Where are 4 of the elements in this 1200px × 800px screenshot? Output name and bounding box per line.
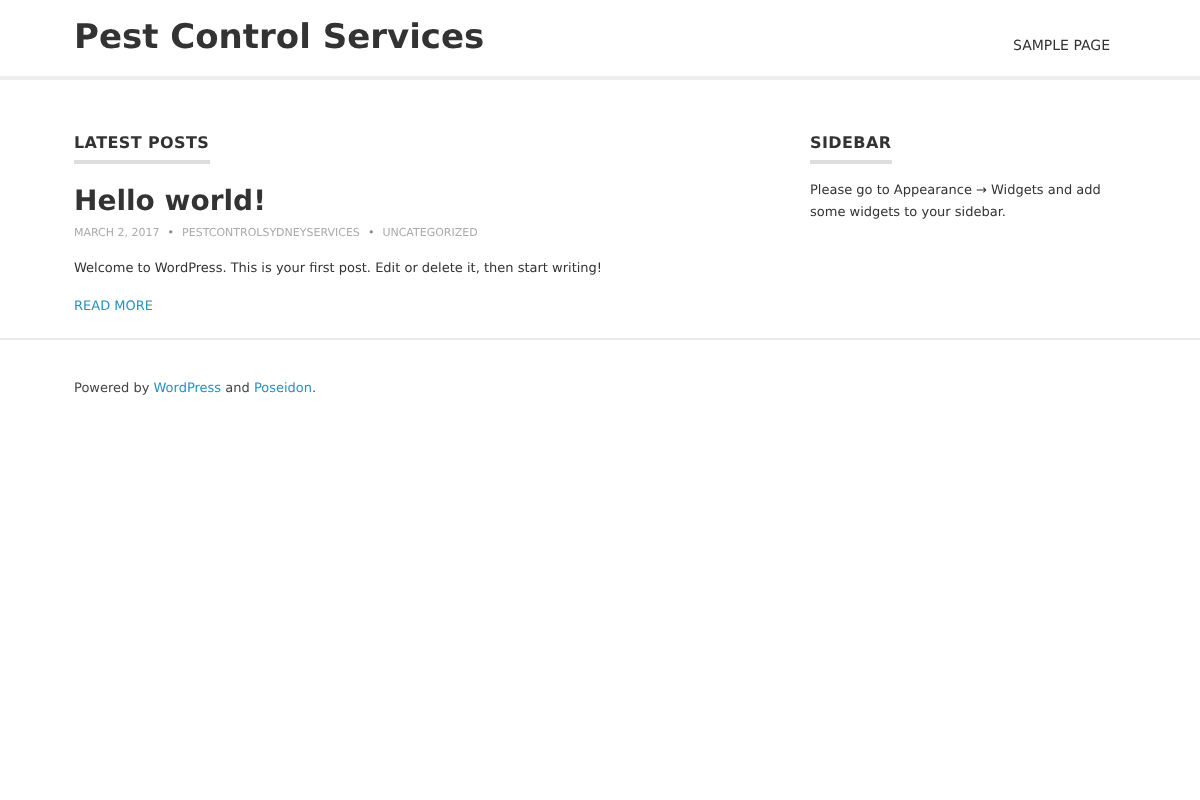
- site-title[interactable]: Pest Control Services: [74, 18, 485, 58]
- section-heading: SIDEBAR: [810, 134, 892, 164]
- post-title[interactable]: Hello world!: [74, 186, 734, 218]
- section-heading: LATEST POSTS: [74, 134, 210, 164]
